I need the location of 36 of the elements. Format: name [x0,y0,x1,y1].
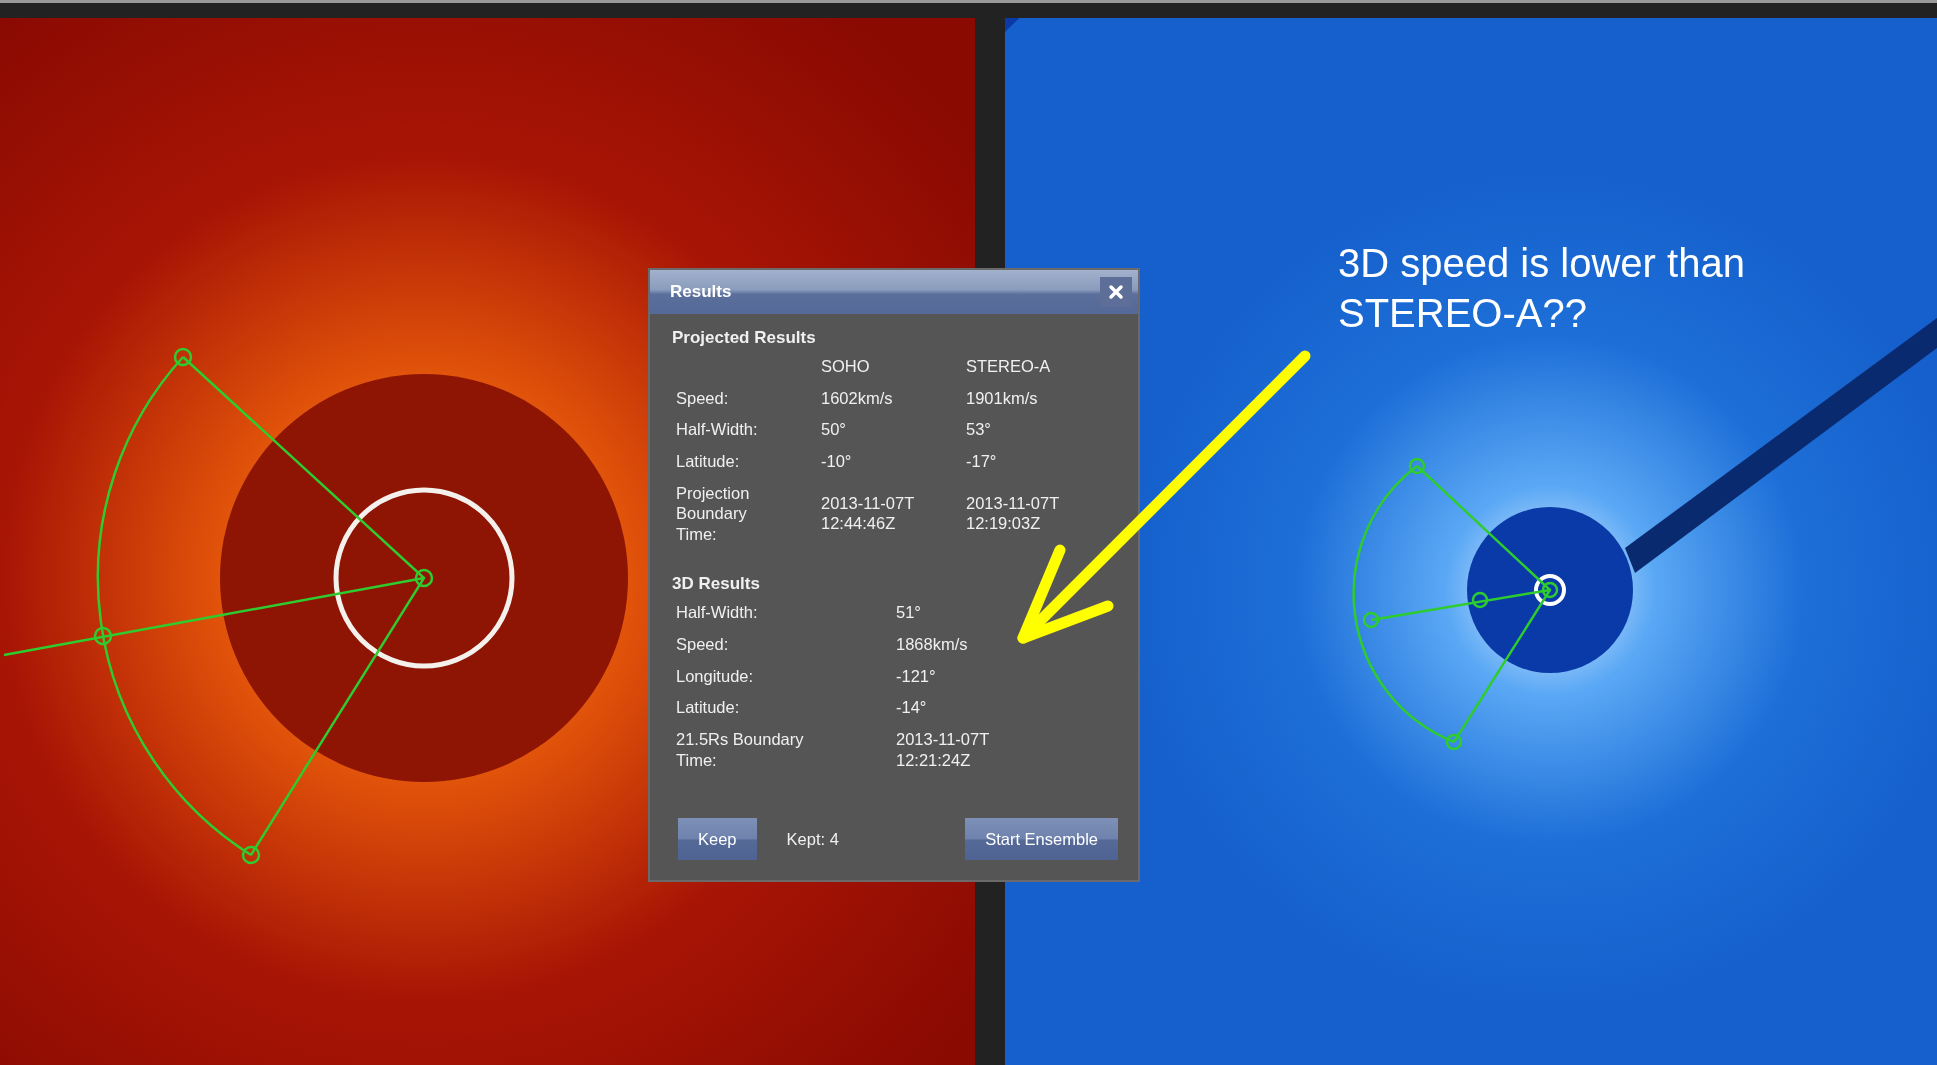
result-value: -14° [896,697,928,718]
dialog-title: Results [670,282,732,302]
result-value: 1901km/s [966,387,1039,409]
column-header: STEREO-A [966,356,1052,377]
row-label: Latitude: [676,450,741,472]
result-value: 2013-11-07T 12:19:03Z [966,492,1060,535]
kept-count: Kept: 4 [786,829,839,849]
row-label: 21.5Rs Boundary Time: [676,728,805,771]
result-value: -121° [896,665,937,687]
section-heading: Projected Results [672,328,817,348]
result-value: -17° [966,450,998,472]
result-value: -10° [821,450,853,472]
wedge-lines[interactable] [2,347,434,865]
row-label: Speed: [676,634,730,655]
result-value: 2013-11-07T 12:21:24Z [896,728,990,771]
row-label: Half-Width: [676,602,759,623]
row-label: Longitude: [676,665,755,687]
result-value: 1602km/s [821,387,894,409]
result-value: 1868km/s [896,634,969,655]
wedge-lines[interactable] [1352,457,1559,751]
keep-button[interactable]: Keep [678,818,757,861]
close-icon [1108,284,1124,300]
result-value: 51° [896,602,922,623]
result-value: 50° [821,419,847,440]
close-button[interactable] [1100,277,1132,307]
row-label: Projection Boundary Time: [676,482,751,545]
row-label: Half-Width: [676,419,759,440]
result-value: 53° [966,419,992,440]
sun-circle [1534,574,1566,606]
result-value: 2013-11-07T 12:44:46Z [821,492,915,535]
start-ensemble-button[interactable]: Start Ensemble [965,818,1118,861]
annotation-text: 3D speed is lower than STEREO-A?? [1338,240,1746,337]
row-label: Speed: [676,387,730,409]
section-heading: 3D Results [672,574,761,595]
column-header: SOHO [821,356,871,377]
row-label: Latitude: [676,697,741,718]
